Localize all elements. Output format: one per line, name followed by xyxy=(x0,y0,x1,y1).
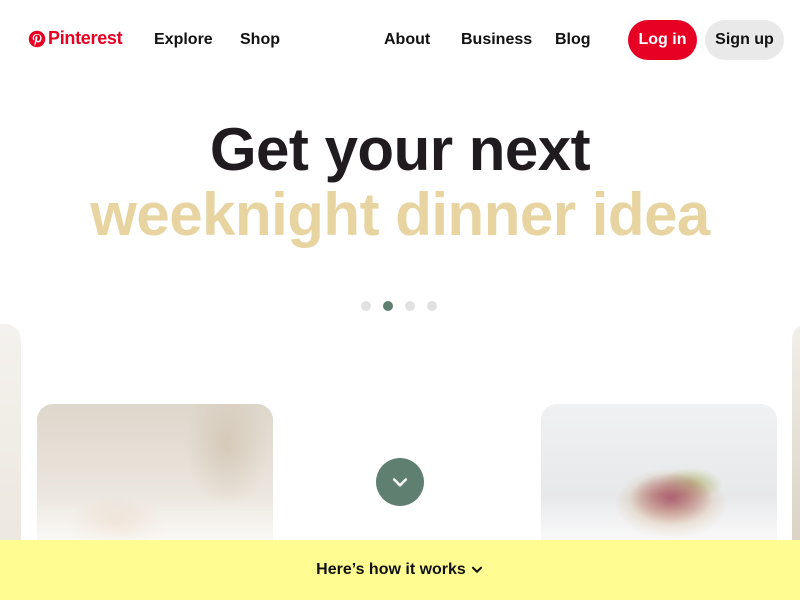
pinterest-logo[interactable]: Pinterest xyxy=(28,28,123,49)
nav-shop[interactable]: Shop xyxy=(240,31,280,49)
nav-blog[interactable]: Blog xyxy=(555,31,591,49)
login-button[interactable]: Log in xyxy=(628,20,697,60)
pin-image-edge-right xyxy=(792,324,800,564)
scroll-down-button[interactable] xyxy=(376,458,424,506)
top-navigation: Pinterest Explore Shop About Business Bl… xyxy=(0,0,800,80)
how-it-works-banner[interactable]: Here’s how it works xyxy=(0,540,800,600)
carousel-indicators xyxy=(361,301,437,311)
hero-subtitle: weeknight dinner idea xyxy=(90,181,710,248)
nav-about[interactable]: About xyxy=(384,31,430,49)
chevron-down-icon xyxy=(392,478,408,487)
brand-name: Pinterest xyxy=(48,28,123,48)
pinterest-logo-icon xyxy=(28,30,46,47)
chevron-down-icon xyxy=(471,566,482,573)
carousel-dot-4[interactable] xyxy=(427,301,437,311)
carousel-dot-3[interactable] xyxy=(405,301,415,311)
how-it-works-label: Here’s how it works xyxy=(316,561,466,578)
hero-title: Get your next xyxy=(209,116,591,183)
nav-business[interactable]: Business xyxy=(461,31,532,49)
signup-button[interactable]: Sign up xyxy=(705,20,784,60)
pin-image-edge-left xyxy=(0,324,21,564)
carousel-dot-2[interactable] xyxy=(383,301,393,311)
nav-explore[interactable]: Explore xyxy=(154,31,213,49)
carousel-dot-1[interactable] xyxy=(361,301,371,311)
